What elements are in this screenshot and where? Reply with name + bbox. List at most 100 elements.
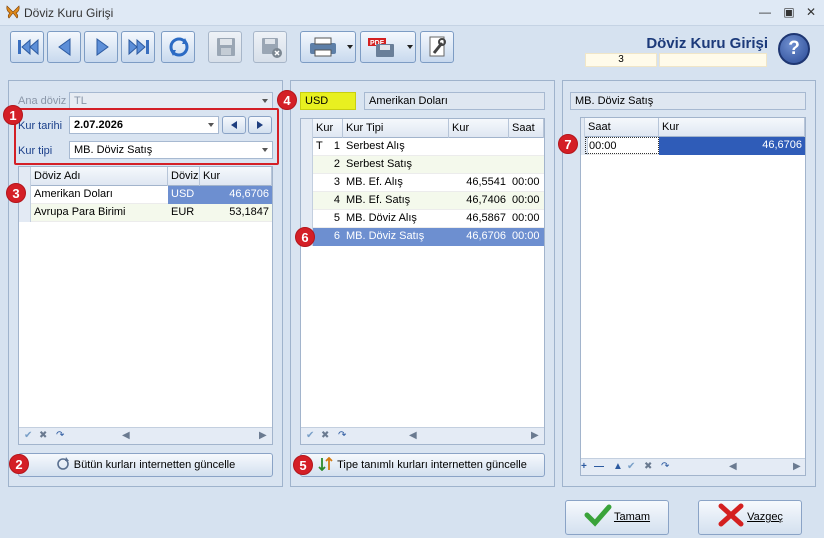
refresh-button[interactable] <box>161 31 195 63</box>
kur-tipi-value: MB. Döviz Satış <box>74 144 153 156</box>
refresh-small-icon[interactable]: ↷ <box>338 430 346 441</box>
selected-rate-type-caption: MB. Döviz Satış <box>570 92 806 110</box>
print-button[interactable] <box>300 31 356 63</box>
previous-date-button[interactable] <box>222 116 246 134</box>
rate-type-no: 5 <box>333 212 340 224</box>
scroll-right-icon[interactable]: ▶ <box>259 430 267 441</box>
col-kur[interactable]: Kur <box>449 119 509 138</box>
pdf-export-button[interactable]: PDF <box>360 31 416 63</box>
add-icon[interactable]: + <box>581 461 587 472</box>
refresh-icon <box>56 457 69 470</box>
edit-arrow-icon[interactable]: ▲ <box>613 461 623 472</box>
scroll-left-icon[interactable]: ◀ <box>409 430 417 441</box>
col-doviz[interactable]: Döviz <box>168 167 200 186</box>
cancel-button[interactable]: Vazgeç <box>698 500 802 535</box>
tools-button[interactable] <box>420 31 454 63</box>
close-button[interactable]: ✕ <box>800 3 822 21</box>
rate-type-no: 1 <box>333 140 340 152</box>
scroll-left-icon[interactable]: ◀ <box>122 430 130 441</box>
rate-type-no: 2 <box>333 158 340 170</box>
last-record-button[interactable] <box>121 31 155 63</box>
col-kur[interactable]: Kur <box>659 118 805 137</box>
marker-1: 1 <box>3 105 23 125</box>
arrow-left-icon <box>231 121 237 129</box>
col-doviz-adi[interactable]: Döviz Adı <box>31 167 168 186</box>
kur-tipi-select[interactable]: MB. Döviz Satış <box>69 141 273 159</box>
print-dropdown-arrow-icon[interactable] <box>347 45 353 49</box>
table-row[interactable]: 4 MB. Ef. Satış 46,7406 00:00 <box>301 192 544 210</box>
delete-button[interactable] <box>253 31 287 63</box>
previous-record-button[interactable] <box>47 31 81 63</box>
first-icon <box>18 38 39 56</box>
ok-button[interactable]: Tamam <box>565 500 669 535</box>
save-button[interactable] <box>208 31 242 63</box>
table-row[interactable]: Amerikan Doları USD 46,6706 <box>19 186 272 204</box>
check-icon[interactable]: ✔ <box>24 430 32 441</box>
calendar-dropdown-icon[interactable] <box>208 123 214 127</box>
table-row[interactable]: 00:00 46,6706 <box>581 137 805 155</box>
col-saat[interactable]: Saat <box>509 119 544 138</box>
scroll-left-icon[interactable]: ◀ <box>729 461 737 472</box>
kur-tarihi-date-field[interactable]: 2.07.2026 <box>69 116 219 134</box>
rate-type-name: MB. Ef. Alış <box>346 176 403 188</box>
rate-type-no: 6 <box>313 228 343 246</box>
currency-rate: 53,1847 <box>229 206 269 218</box>
rate-type-time <box>509 138 544 156</box>
next-record-button[interactable] <box>84 31 118 63</box>
table-row[interactable]: 3 MB. Ef. Alış 46,5541 00:00 <box>301 174 544 192</box>
currency-name: Amerikan Doları <box>34 188 113 200</box>
rate-type-time: 00:00 <box>512 212 540 224</box>
check-icon[interactable]: ✔ <box>306 430 314 441</box>
rate-value-cell[interactable]: 46,6706 <box>659 137 805 155</box>
refresh-small-icon[interactable]: ↷ <box>661 461 669 472</box>
remove-icon[interactable]: — <box>594 461 604 472</box>
hourly-rate-grid[interactable]: Saat Kur 00:00 46,6706 + — ▲ ✔ ✖ ↷ ◀ ▶ <box>580 117 806 476</box>
pdf-dropdown-arrow-icon[interactable] <box>407 45 413 49</box>
marker-7: 7 <box>558 134 578 154</box>
rate-type-time: 00:00 <box>512 194 540 206</box>
marker-4: 4 <box>277 90 297 110</box>
table-row[interactable]: 2 Serbest Satış <box>301 156 544 174</box>
rate-type-rate: 46,7406 <box>466 194 506 206</box>
col-kur[interactable]: Kur <box>200 167 272 186</box>
rate-type-rate: 46,5541 <box>466 176 506 188</box>
grid-navigator: + — ▲ ✔ ✖ ↷ ◀ ▶ <box>581 458 805 475</box>
printer-icon <box>310 37 336 57</box>
col-saat[interactable]: Saat <box>585 118 659 137</box>
table-row[interactable]: Avrupa Para Birimi EUR 53,1847 <box>19 204 272 222</box>
window-title: Döviz Kuru Girişi <box>24 6 114 20</box>
table-row[interactable]: 6 MB. Döviz Satış 46,6706 00:00 <box>301 228 544 246</box>
rate-time-cell[interactable]: 00:00 <box>585 137 659 154</box>
marker-3: 3 <box>6 183 26 203</box>
minimize-button[interactable]: — <box>754 3 776 21</box>
check-icon[interactable]: ✔ <box>627 461 635 472</box>
cancel-x-icon[interactable]: ✖ <box>321 430 329 441</box>
record-number: 3 <box>585 53 657 67</box>
scroll-right-icon[interactable]: ▶ <box>531 430 539 441</box>
update-all-rates-button[interactable]: Bütün kurları internetten güncelle <box>18 453 273 477</box>
cancel-x-icon[interactable]: ✖ <box>644 461 652 472</box>
table-row[interactable]: 1 Serbest Alış <box>301 138 544 156</box>
table-row[interactable]: 5 MB. Döviz Alış 46,5867 00:00 <box>301 210 544 228</box>
maximize-button[interactable]: ▣ <box>778 3 800 21</box>
refresh-small-icon[interactable]: ↷ <box>56 430 64 441</box>
row-indicator-header <box>301 119 313 138</box>
row-indicator <box>301 138 313 156</box>
cancel-x-icon[interactable]: ✖ <box>39 430 47 441</box>
first-record-button[interactable] <box>10 31 44 63</box>
wrench-icon <box>429 36 446 57</box>
scroll-right-icon[interactable]: ▶ <box>793 461 801 472</box>
update-defined-rates-label: Tipe tanımlı kurları internetten güncell… <box>337 459 527 471</box>
next-date-button[interactable] <box>248 116 272 134</box>
currency-name-value: Amerikan Doları <box>369 95 448 107</box>
currency-code-field[interactable]: USD <box>300 92 356 110</box>
update-defined-rates-button[interactable]: Tipe tanımlı kurları internetten güncell… <box>300 453 545 477</box>
rate-type-grid[interactable]: Kur T Kur Tipi Kur Saat 1 Serbest Alış 2 Se… <box>300 118 545 445</box>
rate-type-time <box>509 156 544 174</box>
cancel-label: Vazgeç <box>747 511 783 523</box>
selected-rate-type-value: MB. Döviz Satış <box>575 95 654 107</box>
help-button[interactable]: ? <box>778 33 810 65</box>
currency-grid[interactable]: Döviz Adı Döviz Kur Amerikan Doları USD … <box>18 166 273 445</box>
col-kur-t[interactable]: Kur T <box>313 119 343 152</box>
col-kur-tipi[interactable]: Kur Tipi <box>343 119 449 138</box>
